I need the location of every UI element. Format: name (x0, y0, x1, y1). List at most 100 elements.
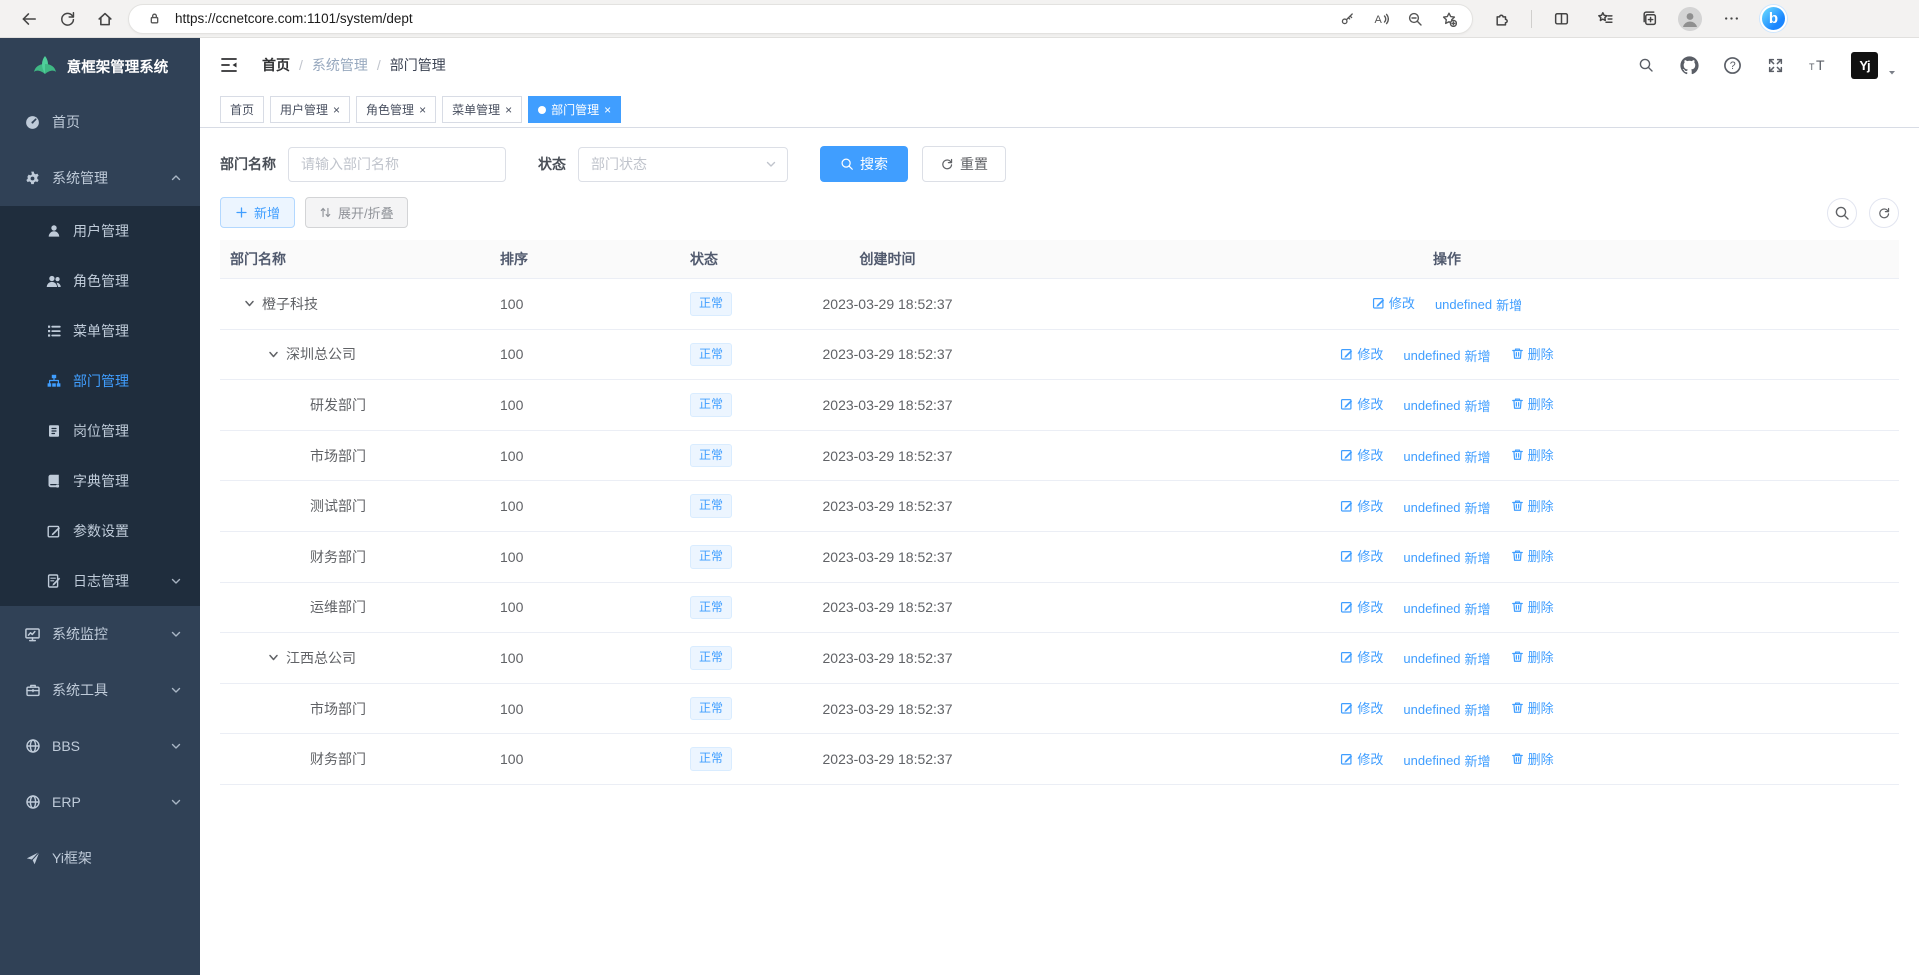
add-link[interactable]: undefined新增 (1403, 599, 1490, 618)
add-link[interactable]: undefined新增 (1403, 498, 1490, 517)
search-button[interactable]: 搜索 (820, 146, 908, 182)
status-select[interactable]: 部门状态 (578, 147, 788, 182)
tab-用户管理[interactable]: 用户管理 × (270, 96, 350, 123)
sidebar-item-role-mgmt[interactable]: 角色管理 (0, 256, 200, 306)
sidebar-item-erp[interactable]: ERP (0, 774, 200, 830)
add-link[interactable]: undefined新增 (1403, 396, 1490, 415)
created-time: 2023-03-29 18:52:37 (780, 582, 995, 633)
add-link[interactable]: undefined新增 (1403, 700, 1490, 719)
delete-link[interactable]: 删除 (1511, 546, 1554, 565)
browser-reload-button[interactable] (52, 4, 82, 34)
edit-link[interactable]: 修改 (1340, 597, 1383, 616)
op-label: 新增 (1496, 295, 1522, 314)
fullscreen-icon[interactable] (1765, 55, 1785, 75)
add-link[interactable]: undefined新增 (1403, 548, 1490, 567)
reset-button[interactable]: 重置 (922, 146, 1006, 182)
breadcrumb-home[interactable]: 首页 (262, 55, 290, 75)
more-menu-icon[interactable] (1716, 4, 1746, 34)
sidebar-item-system-tools[interactable]: 系统工具 (0, 662, 200, 718)
delete-link[interactable]: 删除 (1511, 445, 1554, 464)
lock-icon[interactable] (141, 6, 167, 32)
show-search-toggle-button[interactable] (1827, 198, 1857, 228)
edit-link[interactable]: 修改 (1340, 496, 1383, 515)
sidebar-item-home[interactable]: 首页 (0, 94, 200, 150)
tab-菜单管理[interactable]: 菜单管理× (442, 96, 522, 123)
header-search-icon[interactable] (1636, 55, 1656, 75)
delete-link[interactable]: 删除 (1511, 496, 1554, 515)
sidebar-item-system-monitor[interactable]: 系统监控 (0, 606, 200, 662)
gear-icon (24, 170, 41, 187)
address-bar[interactable]: https://ccnetcore.com:1101/system/dept A (128, 4, 1473, 34)
add-link[interactable]: undefined新增 (1435, 295, 1522, 314)
url-text[interactable]: https://ccnetcore.com:1101/system/dept (175, 11, 1326, 26)
zoom-out-icon[interactable] (1402, 6, 1428, 32)
close-icon[interactable]: × (505, 104, 512, 116)
tab-部门管理[interactable]: 部门管理× (528, 96, 621, 123)
add-link[interactable]: undefined新增 (1403, 751, 1490, 770)
close-icon[interactable]: × (333, 104, 340, 116)
browser-home-button[interactable] (90, 4, 120, 34)
refresh-table-button[interactable] (1869, 198, 1899, 228)
sidebar-item-user-mgmt[interactable]: 用户管理 (0, 206, 200, 256)
github-icon[interactable] (1679, 55, 1699, 75)
sidebar-item-post-mgmt[interactable]: 岗位管理 (0, 406, 200, 456)
edit-link[interactable]: 修改 (1340, 749, 1383, 768)
font-size-icon[interactable]: TT (1808, 55, 1828, 75)
delete-link[interactable]: 删除 (1511, 597, 1554, 616)
edit-link[interactable]: 修改 (1340, 546, 1383, 565)
close-icon[interactable]: × (419, 104, 426, 116)
delete-link[interactable]: 删除 (1511, 698, 1554, 717)
tab-首页[interactable]: 首页 (220, 96, 264, 123)
add-link[interactable]: undefined新增 (1403, 649, 1490, 668)
user-caret-down-icon[interactable] (1887, 67, 1897, 77)
sidebar-item-menu-mgmt[interactable]: 菜单管理 (0, 306, 200, 356)
tree-expand-icon[interactable] (268, 349, 286, 360)
sidebar-item-dept-mgmt[interactable]: 部门管理 (0, 356, 200, 406)
add-favorite-icon[interactable] (1436, 6, 1462, 32)
edit-link[interactable]: 修改 (1340, 394, 1383, 413)
edit-link[interactable]: 修改 (1340, 647, 1383, 666)
sidebar-item-bbs[interactable]: BBS (0, 718, 200, 774)
favorites-icon[interactable] (1590, 4, 1620, 34)
user-avatar-logo[interactable]: Yj (1851, 52, 1878, 79)
sidebar-item-log-mgmt[interactable]: 日志管理 (0, 556, 200, 606)
expand-collapse-button[interactable]: 展开/折叠 (305, 197, 408, 228)
edit-link[interactable]: 修改 (1372, 293, 1415, 312)
dept-name-input[interactable] (288, 147, 506, 182)
sidebar-item-label: 系统监控 (52, 624, 108, 644)
op-label: 删除 (1528, 394, 1554, 413)
delete-link[interactable]: 删除 (1511, 647, 1554, 666)
collections-icon[interactable] (1634, 4, 1664, 34)
add-link[interactable]: undefined新增 (1403, 447, 1490, 466)
op-label: 修改 (1357, 597, 1383, 616)
password-key-icon[interactable] (1334, 6, 1360, 32)
edit-link[interactable]: 修改 (1340, 344, 1383, 363)
tab-label: 用户管理 (280, 101, 328, 118)
profile-avatar[interactable] (1678, 7, 1702, 31)
edit-link[interactable]: 修改 (1340, 698, 1383, 717)
sidebar-toggle-icon[interactable] (218, 54, 240, 76)
bing-icon[interactable]: b (1760, 5, 1787, 32)
add-button[interactable]: 新增 (220, 197, 295, 228)
close-icon[interactable]: × (604, 104, 611, 116)
tab-角色管理[interactable]: 角色管理× (356, 96, 436, 123)
read-aloud-icon[interactable]: A (1368, 6, 1394, 32)
browser-back-button[interactable] (14, 4, 44, 34)
add-link[interactable]: undefined新增 (1403, 346, 1490, 365)
tree-expand-icon[interactable] (268, 652, 286, 663)
extensions-icon[interactable] (1487, 4, 1517, 34)
help-icon[interactable]: ? (1722, 55, 1742, 75)
edit-link[interactable]: 修改 (1340, 445, 1383, 464)
split-screen-icon[interactable] (1546, 4, 1576, 34)
delete-link[interactable]: 删除 (1511, 749, 1554, 768)
tags-view-bar: 首页用户管理×角色管理×菜单管理×部门管理× (200, 92, 1919, 128)
status-select-placeholder: 部门状态 (591, 154, 647, 174)
sidebar-item-param-settings[interactable]: 参数设置 (0, 506, 200, 556)
delete-link[interactable]: 删除 (1511, 394, 1554, 413)
delete-link[interactable]: 删除 (1511, 344, 1554, 363)
sidebar-item-yi-framework[interactable]: Yi框架 (0, 830, 200, 886)
sidebar-item-dict-mgmt[interactable]: 字典管理 (0, 456, 200, 506)
tree-expand-icon[interactable] (244, 298, 262, 309)
sidebar-item-system-mgmt[interactable]: 系统管理 (0, 150, 200, 206)
app-logo[interactable]: 意框架管理系统 (0, 38, 200, 94)
